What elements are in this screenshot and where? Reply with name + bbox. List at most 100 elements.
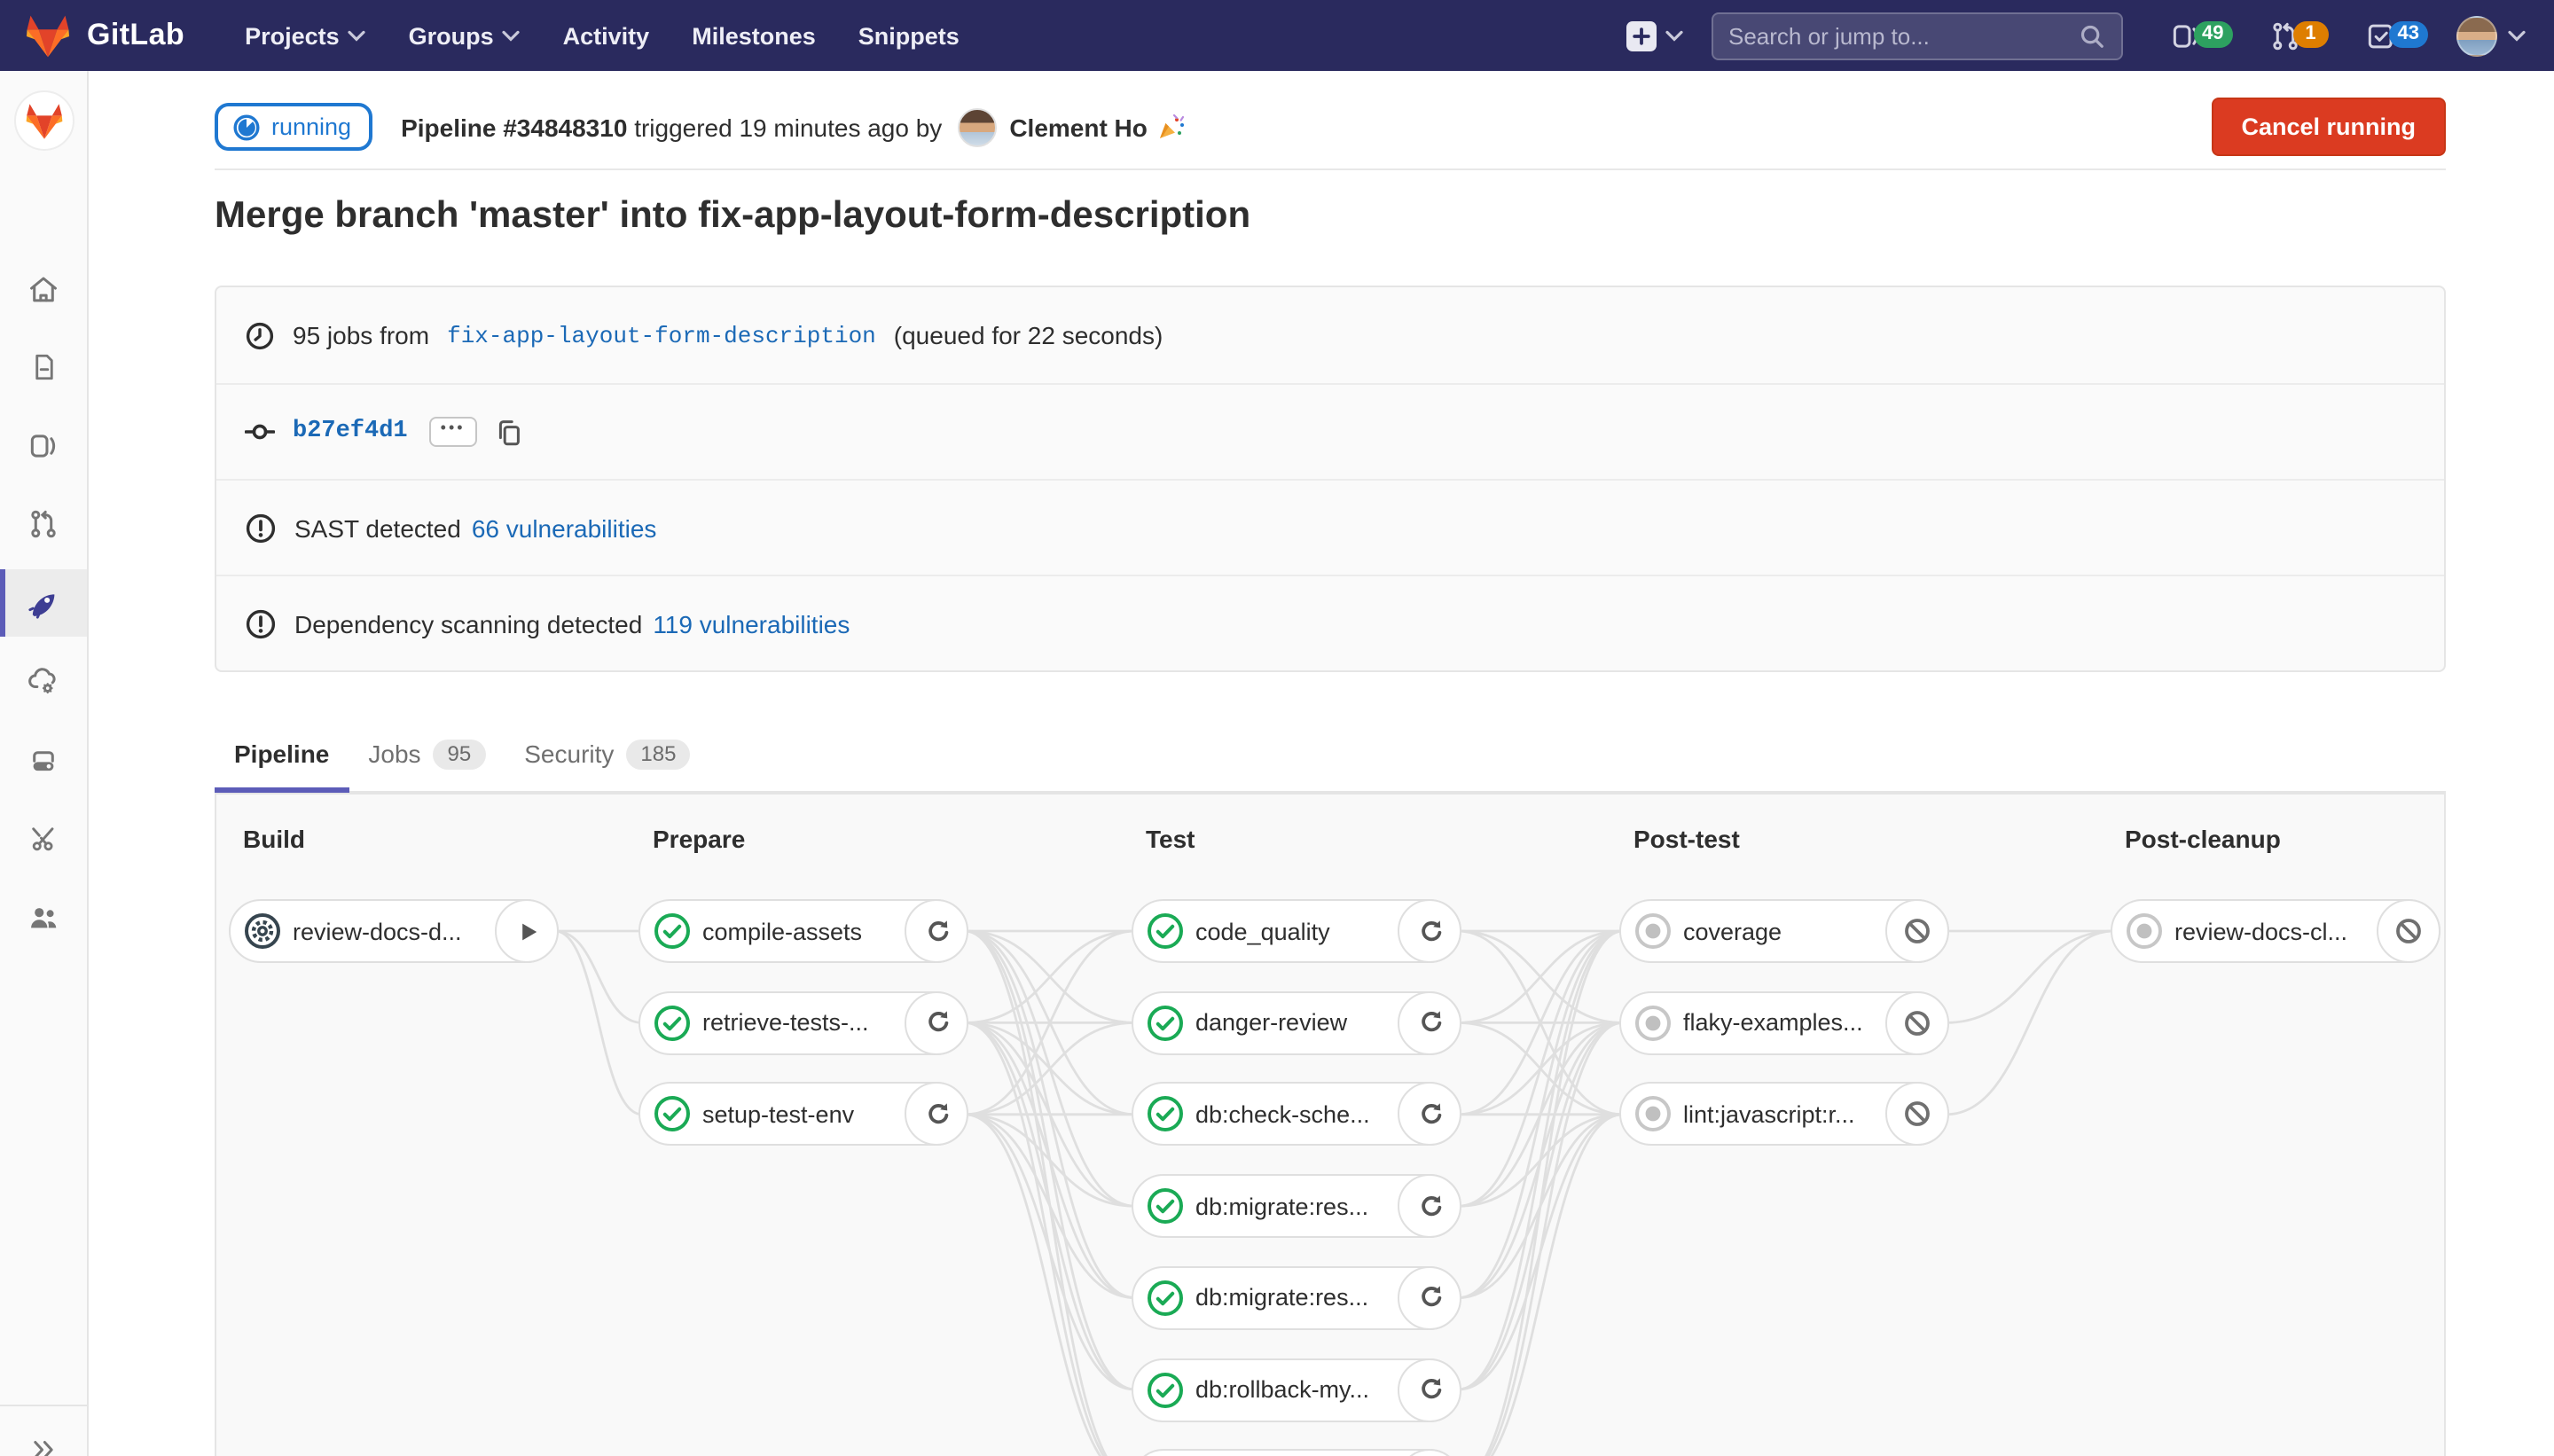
job-pill-flaky-examples[interactable]: flaky-examples... — [1619, 990, 1949, 1054]
pipeline-id: Pipeline #34848310 — [401, 113, 627, 141]
retry-job-button[interactable] — [1398, 1083, 1461, 1147]
job-pill-lint-javascript-r[interactable]: lint:javascript:r... — [1619, 1083, 1949, 1147]
created-status-icon — [2125, 912, 2164, 951]
copy-icon[interactable] — [495, 418, 523, 446]
stage-header-post-cleanup: Post-cleanup — [2125, 825, 2281, 853]
sidebar-item-snippets[interactable] — [0, 805, 87, 873]
merge-requests-nav-button[interactable]: 1 — [2268, 19, 2329, 52]
timer-icon — [245, 320, 275, 350]
success-status-icon — [1146, 1095, 1185, 1134]
dependency-text: Dependency scanning detected — [294, 609, 642, 638]
job-pill-test-6[interactable] — [1132, 1449, 1461, 1456]
job-label: flaky-examples... — [1683, 1009, 1863, 1036]
author-name[interactable]: Clement Ho — [1009, 113, 1148, 141]
plus-icon — [1626, 20, 1656, 51]
commit-info-row: b27ef4d1 ••• — [216, 383, 2444, 479]
branch-link[interactable]: fix-app-layout-form-description — [447, 322, 876, 348]
sast-vulnerabilities-link[interactable]: 66 vulnerabilities — [472, 513, 657, 542]
jobs-info-row: 95 jobs from fix-app-layout-form-descrip… — [216, 287, 2444, 383]
sidebar-item-merge-requests[interactable] — [0, 489, 87, 557]
job-pill-code-quality[interactable]: code_quality — [1132, 899, 1461, 963]
nav-item-label: Projects — [245, 22, 340, 49]
nav-item-activity[interactable]: Activity — [542, 0, 671, 71]
cancel-running-button[interactable]: Cancel running — [2211, 98, 2446, 156]
chevron-down-icon — [1665, 29, 1682, 42]
play-job-button[interactable] — [495, 899, 559, 963]
nav-item-projects[interactable]: Projects — [223, 0, 388, 71]
job-pill-review-docs-cl[interactable]: review-docs-cl... — [2111, 899, 2440, 963]
sidebar-item-overview[interactable] — [0, 255, 87, 323]
sidebar-item-ci-cd[interactable] — [0, 569, 87, 637]
tab-count-badge: 185 — [626, 739, 690, 769]
tab-security[interactable]: Security185 — [505, 716, 709, 791]
sidebar-collapse-button[interactable] — [0, 1415, 87, 1456]
commit-icon — [245, 417, 275, 447]
tab-jobs[interactable]: Jobs95 — [349, 716, 505, 791]
retry-job-button[interactable] — [905, 899, 968, 963]
alert-icon — [245, 607, 277, 639]
sidebar-item-packages[interactable] — [0, 727, 87, 795]
success-status-icon — [1146, 1003, 1185, 1042]
success-status-icon — [1146, 1186, 1185, 1225]
search-box — [1711, 12, 2122, 59]
file-icon — [27, 351, 59, 383]
job-pill-db-migrate-res[interactable]: db:migrate:res... — [1132, 1174, 1461, 1238]
author-avatar[interactable] — [958, 107, 997, 146]
sidebar-item-members[interactable] — [0, 883, 87, 951]
retry-job-button[interactable] — [905, 990, 968, 1054]
sidebar-item-issues[interactable] — [0, 411, 87, 479]
nav-item-label: Groups — [409, 22, 494, 49]
tab-pipeline[interactable]: Pipeline — [215, 716, 349, 791]
retry-job-button[interactable] — [1398, 1174, 1461, 1238]
retry-job-button[interactable] — [1398, 1358, 1461, 1421]
job-pill-retrieve-tests[interactable]: retrieve-tests-... — [638, 990, 968, 1054]
nav-item-snippets[interactable]: Snippets — [837, 0, 981, 71]
job-pill-db-migrate-res[interactable]: db:migrate:res... — [1132, 1266, 1461, 1330]
project-avatar[interactable] — [14, 90, 74, 151]
retry-job-button[interactable] — [1398, 899, 1461, 963]
sidebar-item-repository[interactable] — [0, 333, 87, 401]
retry-job-button[interactable] — [1398, 1266, 1461, 1330]
tab-count-badge: 95 — [434, 739, 486, 769]
cancel-job-button[interactable] — [1885, 1083, 1949, 1147]
job-label: db:migrate:res... — [1195, 1193, 1368, 1219]
commit-expand-button[interactable]: ••• — [429, 417, 477, 447]
job-pill-compile-assets[interactable]: compile-assets — [638, 899, 968, 963]
nav-item-milestones[interactable]: Milestones — [670, 0, 837, 71]
commit-sha-link[interactable]: b27ef4d1 — [293, 419, 408, 445]
new-dropdown[interactable] — [1626, 20, 1682, 51]
dependency-vulnerabilities-link[interactable]: 119 vulnerabilities — [653, 609, 850, 638]
user-avatar[interactable] — [2456, 15, 2497, 56]
pipeline-status-badge[interactable]: running — [215, 103, 372, 151]
retry-job-button[interactable] — [1398, 1449, 1461, 1456]
project-sidebar — [0, 71, 89, 1456]
success-status-icon — [653, 912, 692, 951]
sidebar-divider — [0, 1405, 87, 1406]
issues-nav-button[interactable]: 49 — [2168, 19, 2233, 52]
gitlab-logo-icon[interactable] — [25, 13, 71, 58]
main-menu: Projects Groups ActivityMilestonesSnippe… — [223, 0, 981, 71]
chevron-down-icon[interactable] — [2508, 29, 2526, 42]
retry-job-button[interactable] — [1398, 990, 1461, 1054]
cancel-job-button[interactable] — [1885, 899, 1949, 963]
alert-icon — [245, 512, 277, 544]
job-pill-coverage[interactable]: coverage — [1619, 899, 1949, 963]
cancel-job-button[interactable] — [1885, 990, 1949, 1054]
stage-header-test: Test — [1146, 825, 1195, 853]
sidebar-item-operations[interactable] — [0, 647, 87, 715]
nav-item-groups[interactable]: Groups — [388, 0, 542, 71]
job-pill-db-rollback-my[interactable]: db:rollback-my... — [1132, 1358, 1461, 1421]
job-pill-danger-review[interactable]: danger-review — [1132, 990, 1461, 1054]
job-pill-db-check-sche[interactable]: db:check-sche... — [1132, 1083, 1461, 1147]
search-icon — [2078, 22, 2104, 49]
job-pill-setup-test-env[interactable]: setup-test-env — [638, 1083, 968, 1147]
job-pill-review-docs-d[interactable]: review-docs-d... — [229, 899, 559, 963]
todos-nav-button[interactable]: 43 — [2364, 19, 2429, 52]
job-label: review-docs-d... — [293, 918, 462, 944]
retry-job-button[interactable] — [905, 1083, 968, 1147]
cancel-job-button[interactable] — [2377, 899, 2440, 963]
search-input[interactable] — [1728, 22, 2078, 49]
job-label: lint:javascript:r... — [1683, 1101, 1855, 1128]
brand-title[interactable]: GitLab — [87, 18, 184, 53]
triggered-text — [627, 113, 634, 141]
